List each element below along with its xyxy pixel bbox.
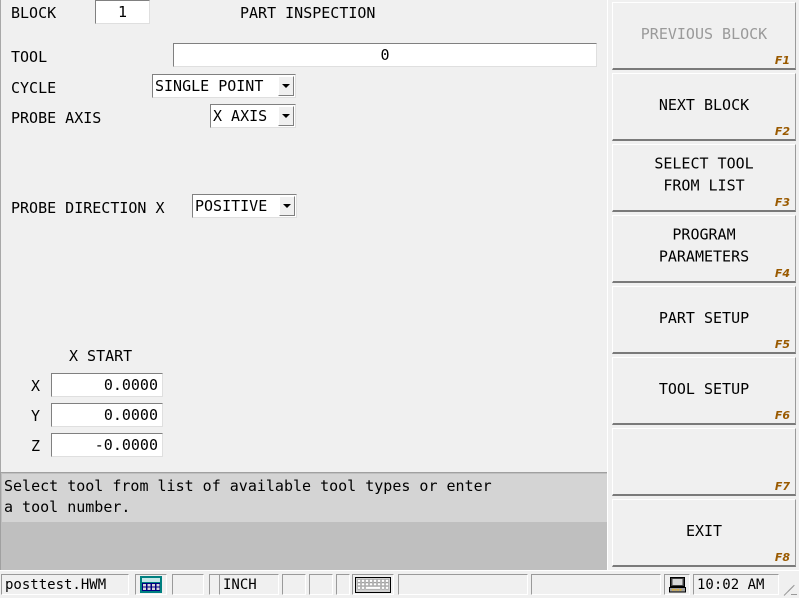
fkey-previous-block-key: F1: [774, 54, 790, 67]
fkey-tool-setup[interactable]: TOOL SETUP F6: [612, 357, 796, 425]
axis-label-x: X: [31, 377, 41, 395]
fkey-part-setup-key: F5: [774, 338, 790, 351]
fkey-part-setup[interactable]: PART SETUP F5: [612, 286, 796, 354]
cycle-label: CYCLE: [11, 79, 57, 97]
x-start-input[interactable]: 0.0000: [51, 373, 163, 397]
cycle-dropdown-value: SINGLE POINT: [155, 77, 264, 95]
probe-direction-dropdown-value: POSITIVE: [195, 197, 268, 215]
fkey-select-tool-from-list-key: F3: [774, 196, 790, 209]
status-filename: posttest.HWM: [1, 574, 129, 595]
tool-input[interactable]: 0: [173, 43, 597, 67]
status-slot-6: [309, 574, 333, 595]
resize-grip[interactable]: [782, 581, 798, 597]
fkey-select-tool-from-list-label: SELECT TOOL FROM LIST: [654, 153, 754, 194]
status-computer-slot[interactable]: [664, 574, 690, 595]
start-group-heading: X START: [69, 347, 133, 365]
fkey-tool-setup-key: F6: [774, 409, 790, 422]
probe-axis-dropdown[interactable]: X AXIS: [210, 104, 296, 128]
block-input[interactable]: 1: [95, 0, 150, 24]
computer-icon[interactable]: [665, 575, 689, 594]
fkey-exit[interactable]: EXIT F8: [612, 499, 796, 567]
status-keyboard-slot[interactable]: [352, 574, 394, 595]
help-message: Select tool from list of available tool …: [2, 474, 607, 522]
status-units: INCH: [219, 574, 279, 595]
keyboard-icon[interactable]: [353, 575, 393, 594]
calculator-icon[interactable]: [136, 575, 166, 594]
probe-axis-dropdown-value: X AXIS: [213, 107, 268, 125]
fkey-next-block-key: F2: [774, 125, 790, 138]
fkey-select-tool-from-list[interactable]: SELECT TOOL FROM LIST F3: [612, 144, 796, 212]
probe-axis-label: PROBE AXIS: [11, 109, 102, 127]
fkey-exit-key: F8: [774, 551, 790, 564]
status-slot-2: [172, 574, 204, 595]
status-slot-9: [398, 574, 528, 595]
status-slot-10: [531, 574, 661, 595]
probe-direction-dropdown[interactable]: POSITIVE: [192, 194, 297, 218]
fkey-next-block[interactable]: NEXT BLOCK F2: [612, 73, 796, 141]
fkey-empty-key: F7: [774, 480, 790, 493]
part-inspection-screen: BLOCK 1 PART INSPECTION TOOL 0 CYCLE SIN…: [0, 0, 799, 598]
chevron-down-icon[interactable]: [278, 106, 294, 126]
tool-label: TOOL: [11, 48, 48, 66]
block-label: BLOCK: [11, 4, 57, 22]
fkey-exit-label: EXIT: [685, 521, 723, 540]
fkey-program-parameters-key: F4: [774, 267, 790, 280]
status-time: 10:02 AM: [693, 574, 779, 595]
cycle-dropdown[interactable]: SINGLE POINT: [152, 74, 296, 98]
fkey-next-block-label: NEXT BLOCK: [658, 95, 750, 114]
fkey-program-parameters-label: PROGRAM PARAMETERS: [658, 224, 750, 265]
chevron-down-icon[interactable]: [279, 196, 295, 216]
fkey-tool-setup-label: TOOL SETUP: [658, 379, 750, 398]
help-message-line-2: a tool number.: [4, 498, 131, 516]
function-key-panel: PREVIOUS BLOCK F1 NEXT BLOCK F2 SELECT T…: [607, 0, 799, 570]
probe-direction-label: PROBE DIRECTION X: [11, 199, 165, 217]
status-slot-5: [282, 574, 306, 595]
fkey-previous-block[interactable]: PREVIOUS BLOCK F1: [612, 2, 796, 70]
status-bar: posttest.HWM INCH 10:02 AM: [0, 570, 799, 598]
help-message-line-1: Select tool from list of available tool …: [4, 477, 492, 495]
axis-label-z: Z: [31, 437, 41, 455]
status-calculator-slot[interactable]: [135, 574, 167, 595]
y-start-input[interactable]: 0.0000: [51, 403, 163, 427]
fkey-empty[interactable]: F7: [612, 428, 796, 496]
chevron-down-icon[interactable]: [278, 76, 294, 96]
fkey-program-parameters[interactable]: PROGRAM PARAMETERS F4: [612, 215, 796, 283]
fkey-part-setup-label: PART SETUP: [658, 308, 750, 327]
page-title: PART INSPECTION: [240, 4, 376, 22]
z-start-input[interactable]: -0.0000: [51, 433, 163, 457]
axis-label-y: Y: [31, 407, 41, 425]
status-slot-7: [336, 574, 350, 595]
fkey-previous-block-label: PREVIOUS BLOCK: [640, 24, 768, 43]
message-panel: Select tool from list of available tool …: [0, 472, 607, 570]
